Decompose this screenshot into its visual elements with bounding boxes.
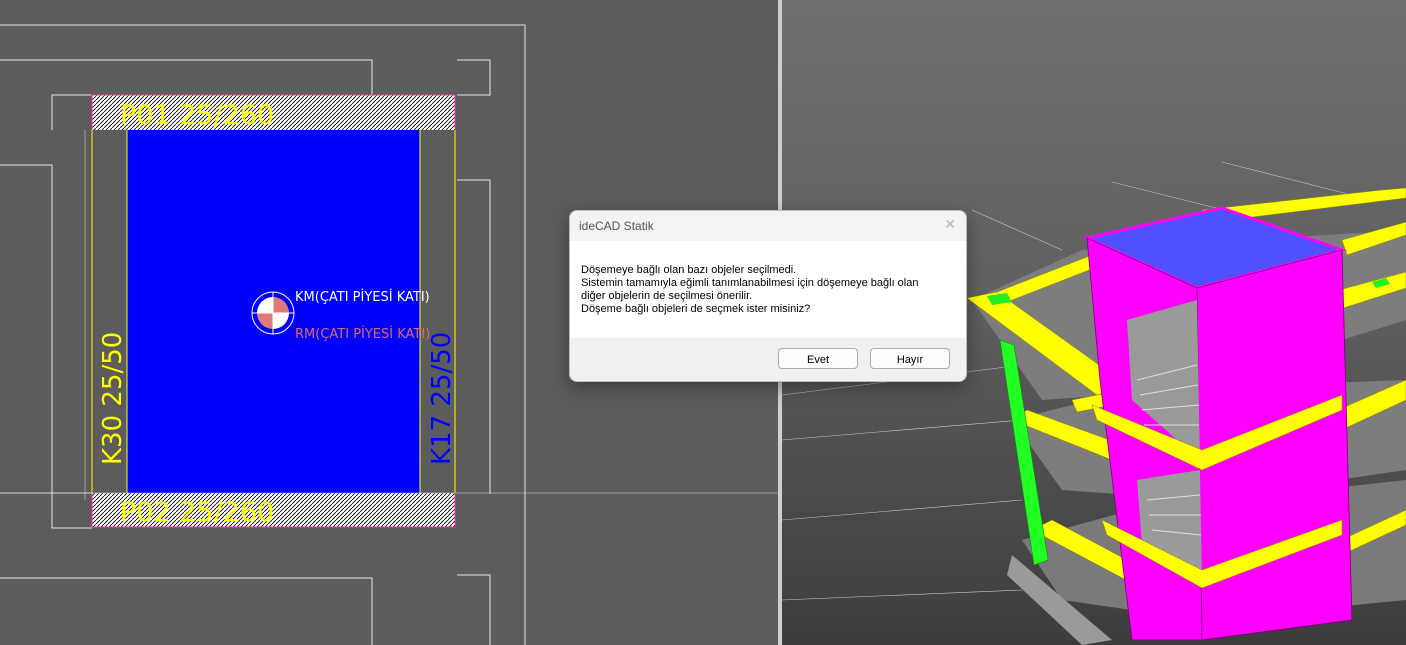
confirm-dialog: ideCAD Statik ✕ Döşemeye bağlı olan bazı…: [569, 210, 967, 382]
message-line-3: diğer objelerin de seçilmesi önerilir.: [581, 290, 753, 302]
message-line-2: Sistemin tamamıyla eğimli tanımlanabilme…: [581, 277, 919, 289]
message-line-1: Döşemeye bağlı olan bazı objeler seçilme…: [581, 264, 797, 276]
beam-right-label: K17 25/50: [427, 332, 457, 465]
close-icon[interactable]: ✕: [944, 216, 956, 233]
beam-bottom-label: P02 25/260: [120, 497, 274, 528]
beam-left-label: K30 25/50: [98, 332, 128, 465]
yes-button[interactable]: Evet: [778, 348, 858, 369]
mass-center-icon: [251, 291, 295, 335]
mass-center-label: KM(ÇATI PİYESİ KATI): [295, 289, 430, 305]
dialog-titlebar[interactable]: ideCAD Statik ✕: [570, 211, 966, 241]
dialog-footer: Evet Hayır: [570, 338, 966, 381]
dialog-message: Döşemeye bağlı olan bazı objeler seçilme…: [570, 241, 966, 338]
no-button[interactable]: Hayır: [870, 348, 950, 369]
message-line-4: Döşeme bağlı objeleri de seçmek ister mi…: [581, 303, 811, 315]
dialog-title: ideCAD Statik: [579, 219, 654, 233]
beam-top-label: P01 25/260: [120, 100, 274, 131]
rigidity-center-label: RM(ÇATI PİYESİ KATI): [295, 326, 430, 342]
